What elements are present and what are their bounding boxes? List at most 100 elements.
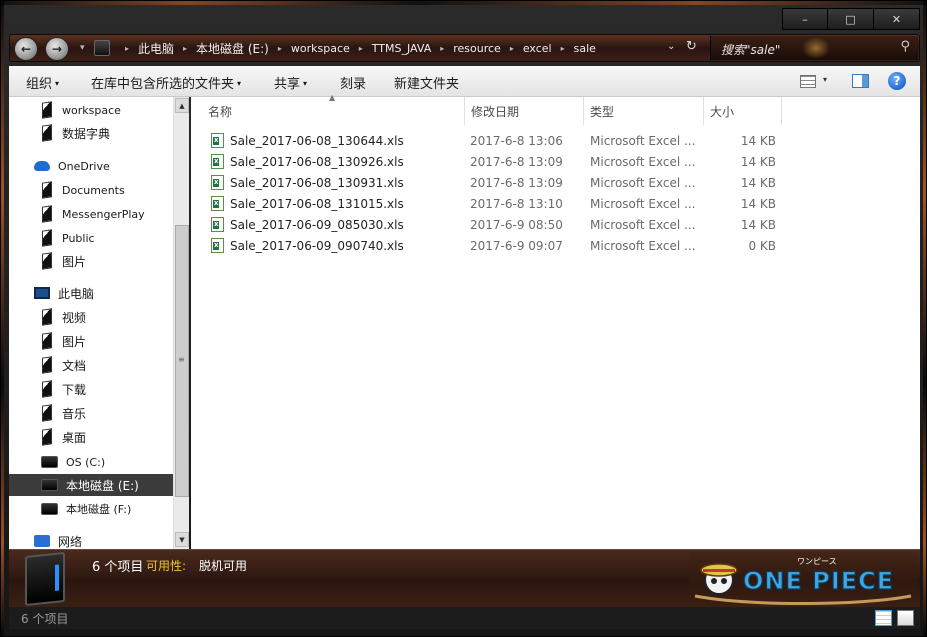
table-row[interactable]: Sale_2017-06-08_131015.xls 2017-6-8 13:1…	[191, 194, 920, 215]
file-size: 14 KB	[740, 218, 776, 232]
nav-item-messengerplay[interactable]: MessengerPlay	[9, 203, 173, 225]
large-icons-view-icon[interactable]	[897, 610, 914, 626]
table-row[interactable]: Sale_2017-06-09_085030.xls 2017-6-9 08:5…	[191, 215, 920, 236]
file-size: 14 KB	[740, 155, 776, 169]
file-type: Microsoft Excel ...	[590, 155, 696, 169]
forward-button[interactable]: →	[45, 37, 69, 61]
nav-item-label: 图片	[62, 254, 87, 269]
nav-item-onedrive-pictures[interactable]: 图片	[9, 250, 173, 272]
nav-item-desktop[interactable]: 桌面	[9, 426, 173, 448]
breadcrumb[interactable]: ▸ 此电脑 ▸ 本地磁盘 (E:) ▸ workspace ▸ TTMS_JAV…	[94, 35, 596, 61]
maximize-button[interactable]: □	[828, 8, 874, 30]
nav-item-documents[interactable]: Documents	[9, 179, 173, 201]
nav-item-onedrive[interactable]: OneDrive	[9, 155, 173, 177]
column-header-label: 名称	[208, 104, 233, 119]
file-type: Microsoft Excel ...	[590, 239, 696, 253]
network-icon	[34, 535, 50, 547]
table-row[interactable]: Sale_2017-06-08_130931.xls 2017-6-8 13:0…	[191, 173, 920, 194]
navigation-scrollbar[interactable]: ▲ ≡ ▼	[173, 97, 189, 549]
folder-icon	[42, 229, 52, 247]
chevron-down-icon: ▾	[55, 79, 60, 88]
back-button[interactable]: ←	[14, 37, 38, 61]
breadcrumb-workspace[interactable]: workspace	[291, 42, 350, 55]
table-row[interactable]: Sale_2017-06-09_090740.xls 2017-6-9 09:0…	[191, 236, 920, 257]
file-type: Microsoft Excel ...	[590, 218, 696, 232]
nav-item-label: 桌面	[62, 430, 87, 445]
details-view-icon[interactable]	[875, 610, 892, 626]
chevron-down-icon[interactable]: ▾	[823, 75, 827, 84]
breadcrumb-separator[interactable]: ▸	[561, 44, 565, 53]
refresh-icon[interactable]: ↻	[686, 39, 697, 54]
nav-item-public[interactable]: Public	[9, 227, 173, 249]
breadcrumb-ttms-java[interactable]: TTMS_JAVA	[372, 42, 431, 55]
nav-item-data-dictionary[interactable]: 数据字典	[9, 122, 173, 144]
logo-katakana: ワンピース	[797, 557, 837, 566]
logo-wordmark: ONE PIECE	[743, 567, 894, 595]
column-header-name[interactable]: ▲ 名称	[191, 93, 465, 125]
folder-icon	[42, 124, 52, 142]
recent-locations-dropdown[interactable]: ▾	[80, 43, 85, 53]
address-dropdown-button[interactable]: ⌄	[667, 41, 675, 52]
one-piece-logo: ONE PIECE ワンピース	[689, 552, 917, 606]
breadcrumb-separator[interactable]: ▸	[359, 44, 363, 53]
breadcrumb-separator[interactable]: ▸	[278, 44, 282, 53]
nav-item-drive-e[interactable]: 本地磁盘 (E:)	[9, 474, 173, 496]
column-header-modified[interactable]: 修改日期	[465, 97, 584, 125]
nav-item-network[interactable]: 网络	[9, 530, 173, 549]
nav-item-drive-f[interactable]: 本地磁盘 (F:)	[9, 498, 173, 520]
file-modified: 2017-6-8 13:10	[470, 197, 563, 211]
explorer-window: – □ ✕ ← → ▾ ▸ 此电脑 ▸ 本地磁盘 (E:) ▸ workspac…	[0, 0, 927, 637]
organize-button[interactable]: 组织 ▾	[26, 73, 59, 92]
minimize-button[interactable]: –	[782, 8, 828, 30]
this-pc-icon	[34, 287, 50, 299]
drive-thumbnail-icon	[25, 551, 65, 607]
nav-item-documents-lib[interactable]: 文档	[9, 354, 173, 376]
breadcrumb-excel[interactable]: excel	[523, 42, 552, 55]
nav-item-this-pc[interactable]: 此电脑	[9, 282, 173, 304]
breadcrumb-separator[interactable]: ▸	[183, 44, 187, 53]
nav-item-workspace[interactable]: workspace	[9, 99, 173, 121]
file-type: Microsoft Excel ...	[590, 134, 696, 148]
nav-item-drive-c[interactable]: OS (C:)	[9, 451, 173, 473]
column-header-label: 大小	[710, 104, 735, 119]
preview-pane-icon[interactable]	[852, 74, 869, 88]
excel-file-icon	[211, 154, 224, 169]
breadcrumb-sale[interactable]: sale	[574, 42, 596, 55]
folder-icon	[42, 101, 52, 119]
close-button[interactable]: ✕	[874, 8, 920, 30]
nav-item-music[interactable]: 音乐	[9, 402, 173, 424]
help-icon[interactable]: ?	[888, 72, 906, 90]
column-header-size[interactable]: 大小	[704, 97, 782, 125]
nav-item-label: 下载	[62, 382, 87, 397]
nav-item-label: Documents	[62, 183, 125, 197]
file-name: Sale_2017-06-08_130644.xls	[230, 134, 404, 148]
nav-item-label: 音乐	[62, 406, 87, 421]
share-button[interactable]: 共享 ▾	[274, 73, 307, 92]
breadcrumb-separator[interactable]: ▸	[440, 44, 444, 53]
breadcrumb-separator[interactable]: ▸	[510, 44, 514, 53]
table-row[interactable]: Sale_2017-06-08_130926.xls 2017-6-8 13:0…	[191, 152, 920, 173]
column-header-type[interactable]: 类型	[584, 97, 704, 125]
nav-item-downloads[interactable]: 下载	[9, 378, 173, 400]
nav-item-videos[interactable]: 视频	[9, 306, 173, 328]
search-icon[interactable]: ⚲	[900, 39, 910, 54]
scroll-down-icon[interactable]: ▼	[175, 532, 189, 547]
frame-glow-top	[1, 1, 927, 5]
breadcrumb-resource[interactable]: resource	[453, 42, 501, 55]
search-input[interactable]: 搜索"sale" ⚲	[710, 36, 918, 60]
nav-item-pictures[interactable]: 图片	[9, 330, 173, 352]
chevron-down-icon: ▾	[237, 79, 242, 88]
command-bar: 组织 ▾ 在库中包含所选的文件夹 ▾ 共享 ▾ 刻录 新建文件夹 ▾ ?	[9, 66, 920, 97]
documents-icon	[42, 356, 52, 374]
scroll-up-icon[interactable]: ▲	[175, 98, 189, 113]
change-view-icon[interactable]	[800, 75, 816, 88]
file-name: Sale_2017-06-08_131015.xls	[230, 197, 404, 211]
organize-label: 组织	[26, 77, 53, 92]
breadcrumb-this-pc[interactable]: 此电脑	[138, 40, 174, 57]
table-row[interactable]: Sale_2017-06-08_130644.xls 2017-6-8 13:0…	[191, 131, 920, 152]
burn-button[interactable]: 刻录	[340, 73, 366, 92]
new-folder-button[interactable]: 新建文件夹	[394, 73, 459, 92]
include-in-library-button[interactable]: 在库中包含所选的文件夹 ▾	[91, 73, 241, 92]
breadcrumb-drive-e[interactable]: 本地磁盘 (E:)	[196, 40, 269, 57]
frame-glow-right	[923, 1, 926, 637]
